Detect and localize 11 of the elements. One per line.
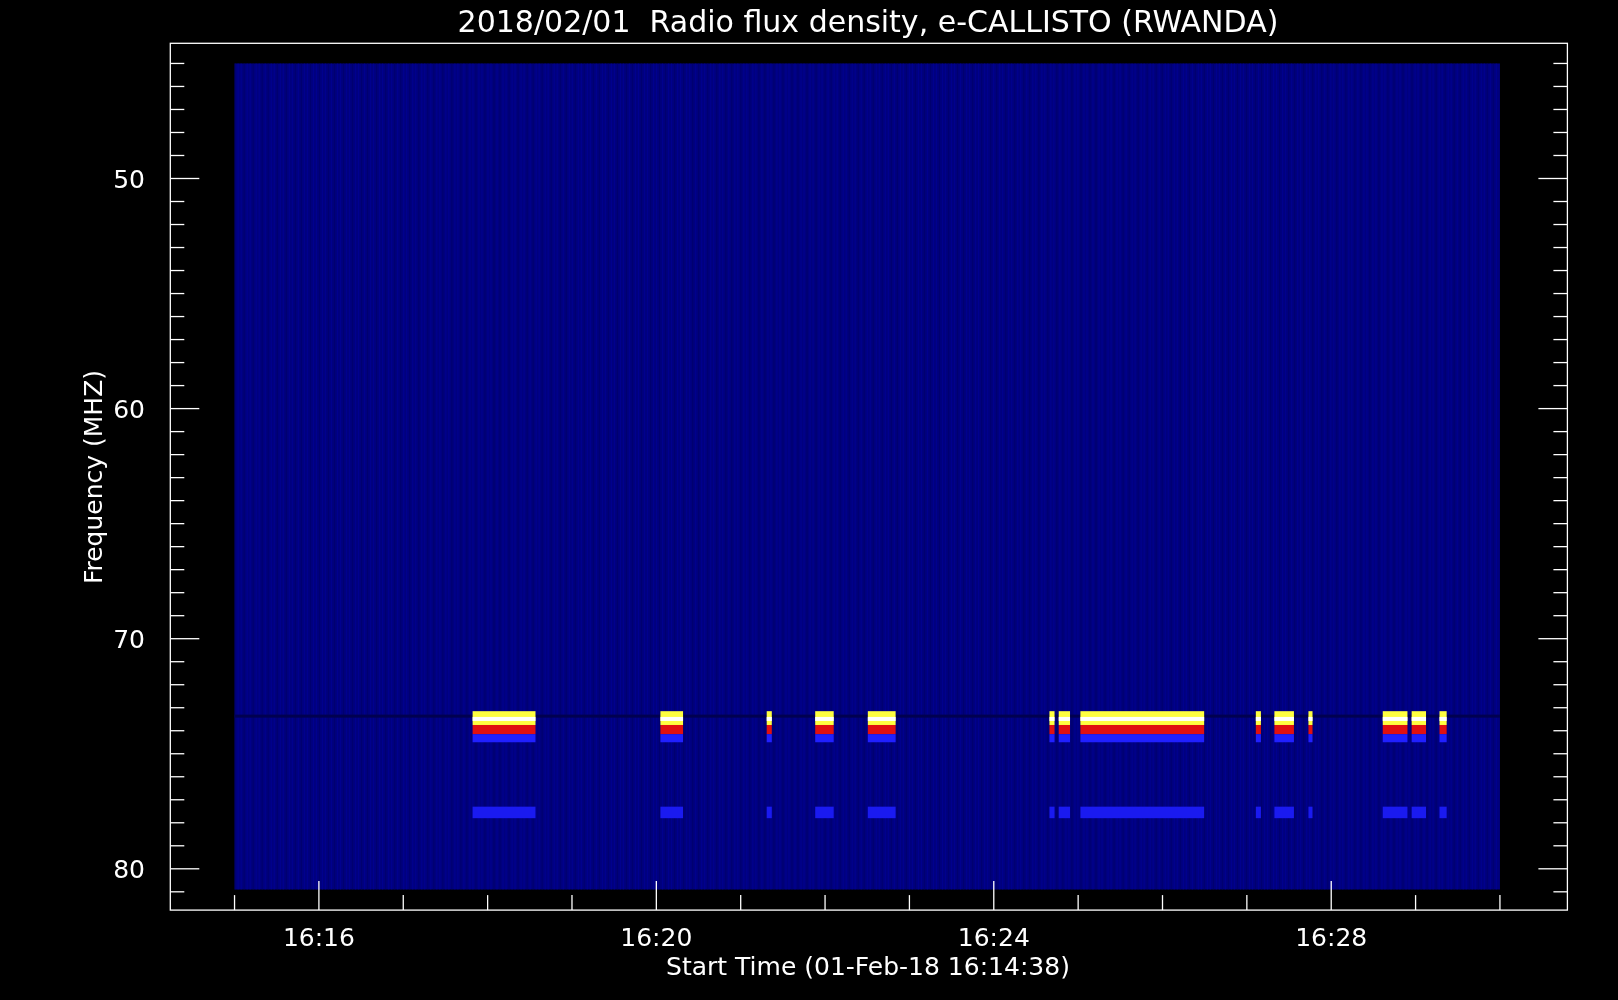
y-tick-label: 80 [113,854,145,884]
x-tick-label: 16:16 [282,923,355,952]
x-tick-label: 16:24 [957,923,1030,952]
x-tick-label: 16:20 [620,923,693,952]
y-tick-label: 60 [113,394,145,424]
x-axis-label: Start Time (01-Feb-18 16:14:38) [666,952,1070,981]
y-tick-label: 50 [113,164,145,194]
chart-title: 2018/02/01 Radio flux density, e-CALLISTO (RWANDA) [457,4,1279,39]
y-tick-label: 70 [113,624,145,654]
y-axis-label: Frequency (MHZ) [79,369,108,585]
x-tick-label: 16:28 [1295,923,1368,952]
